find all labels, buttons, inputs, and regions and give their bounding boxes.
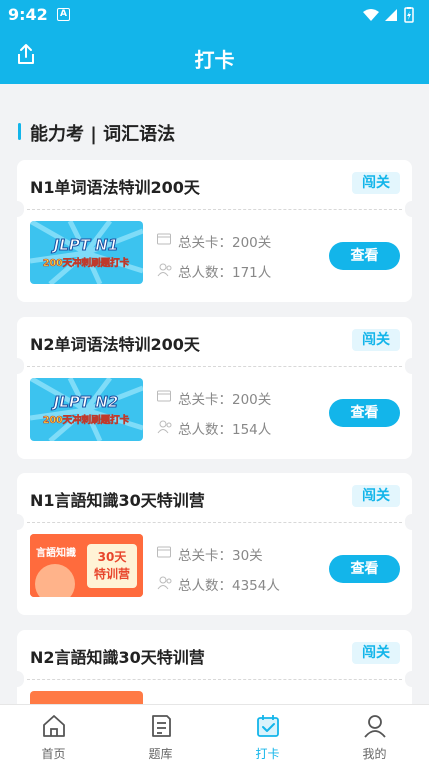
tab-question-bank[interactable]: 题库: [107, 705, 214, 765]
bottom-tab-bar: 首页 题库 打卡 我的: [0, 704, 429, 765]
people-icon: [157, 263, 173, 281]
page-title: 打卡: [194, 48, 235, 72]
status-time: 9:42: [8, 5, 48, 24]
app-notification-icon: A: [57, 8, 70, 21]
course-thumbnail: JLPT N1 200天冲刺刷题打卡: [30, 221, 143, 284]
challenge-badge[interactable]: 闯关: [352, 485, 400, 507]
question-bank-icon: [148, 713, 174, 743]
tab-label: 首页: [41, 747, 66, 761]
main-content: 能力考 | 词汇语法 N1单词语法特训200天 闯关 JLPT N1 200天冲…: [0, 84, 429, 704]
home-icon: [41, 713, 67, 743]
app-header: 打卡: [0, 30, 429, 84]
system-icons: [361, 7, 421, 27]
thumb-subtitle: 200天冲刺刷题打卡: [43, 414, 130, 426]
dashed-divider: [27, 209, 402, 210]
thumb-title: JLPT N2: [51, 393, 119, 411]
thumb-title: 言語知識: [36, 546, 76, 559]
dashed-divider: [27, 679, 402, 680]
thumb-subtitle: 200天冲刺刷题打卡: [43, 257, 130, 269]
view-button[interactable]: 查看: [329, 555, 400, 583]
dashed-divider: [27, 366, 402, 367]
status-bar: 9:42 A: [0, 0, 429, 30]
course-name: N1言語知識30天特训营: [30, 491, 205, 510]
tab-profile[interactable]: 我的: [321, 705, 428, 765]
course-name: N2单词语法特训200天: [30, 335, 200, 354]
section-title: 能力考 | 词汇语法: [18, 120, 175, 146]
challenge-badge[interactable]: 闯关: [352, 172, 400, 194]
course-thumbnail: [30, 691, 143, 704]
tab-label: 我的: [362, 747, 387, 761]
course-card[interactable]: N1言語知識30天特训营 闯关 言語知識 30天 特训营 总关卡：30关 总人数…: [10, 473, 419, 615]
thumb-subtitle: 30天: [98, 550, 128, 564]
levels-icon: [157, 390, 171, 406]
dashed-divider: [27, 522, 402, 523]
challenge-badge[interactable]: 闯关: [352, 329, 400, 351]
people-icon: [157, 576, 173, 594]
thumb-subtitle-2: 特训营: [94, 566, 130, 581]
battery-icon: [404, 7, 414, 23]
challenge-badge[interactable]: 闯关: [352, 642, 400, 664]
levels-icon: [157, 233, 171, 249]
tab-home[interactable]: 首页: [0, 705, 107, 765]
tab-checkin[interactable]: 打卡: [214, 705, 321, 765]
checkin-icon: [255, 713, 281, 743]
wifi-icon: [363, 9, 379, 21]
course-name: N1单词语法特训200天: [30, 178, 200, 197]
course-thumbnail: 言語知識 30天 特训营: [30, 534, 143, 597]
view-button[interactable]: 查看: [329, 399, 400, 427]
tab-label: 题库: [148, 747, 173, 761]
levels-icon: [157, 546, 171, 562]
course-card[interactable]: N2言語知識30天特训营 闯关: [10, 630, 419, 704]
thumb-title: JLPT N1: [51, 236, 119, 254]
signal-icon: [385, 9, 397, 21]
course-card[interactable]: N2单词语法特训200天 闯关 JLPT N2 200天冲刺刷题打卡 总关卡：2…: [10, 317, 419, 459]
tab-label: 打卡: [255, 747, 280, 761]
people-icon: [157, 420, 173, 438]
course-card[interactable]: N1单词语法特训200天 闯关 JLPT N1 200天冲刺刷题打卡 总关卡：2…: [10, 160, 419, 302]
course-thumbnail: JLPT N2 200天冲刺刷题打卡: [30, 378, 143, 441]
view-button[interactable]: 查看: [329, 242, 400, 270]
course-name: N2言語知識30天特训营: [30, 648, 205, 667]
profile-icon: [362, 713, 388, 743]
